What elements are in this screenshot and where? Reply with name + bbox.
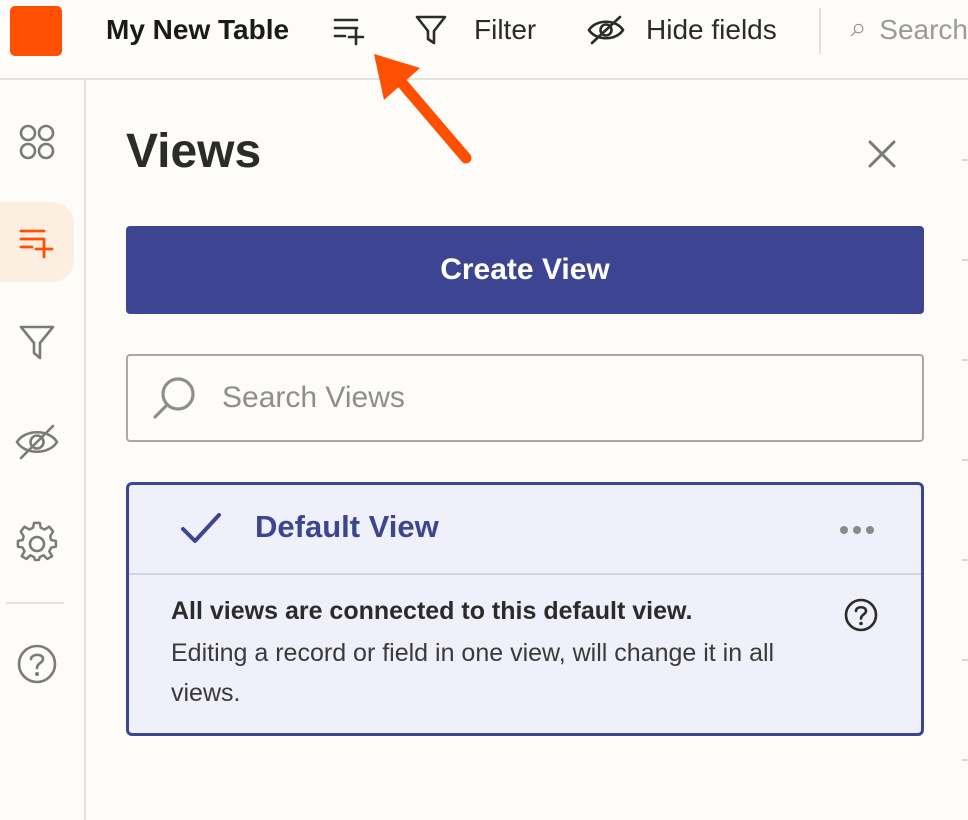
filter-button[interactable]: Filter (414, 10, 536, 50)
hide-fields-button[interactable]: Hide fields (586, 10, 777, 50)
more-options-button[interactable] (835, 515, 879, 545)
sidebar-item-apps[interactable] (0, 102, 74, 182)
filter-icon (415, 15, 447, 45)
search-views-field[interactable] (126, 354, 924, 442)
default-view-note-body: Editing a record or field in one view, w… (171, 639, 775, 707)
toolbar-search-label: Search (879, 14, 968, 45)
search-views-input[interactable] (220, 380, 904, 416)
more-dot-icon (853, 526, 861, 534)
apps-icon (19, 124, 55, 160)
toolbar-divider (819, 8, 821, 54)
close-icon (868, 140, 896, 168)
views-add-icon (333, 18, 365, 46)
search-icon (153, 377, 195, 419)
annotation-arrow (374, 54, 472, 164)
sidebar-item-settings[interactable] (0, 502, 74, 582)
default-view-card: Default View All views are connected to … (126, 482, 924, 736)
eye-off-icon (587, 15, 625, 45)
check-icon (181, 513, 221, 543)
sidebar-divider (6, 602, 64, 604)
top-toolbar: My New Table Filter Hide fields Search (0, 0, 968, 80)
sidebar-item-views[interactable] (0, 202, 74, 282)
table-title[interactable]: My New Table (106, 14, 289, 46)
help-icon (17, 644, 57, 684)
left-sidebar (0, 80, 86, 820)
panel-title: Views (126, 125, 262, 178)
close-button[interactable] (860, 132, 904, 176)
sidebar-item-hide-fields[interactable] (0, 402, 74, 482)
filter-icon (19, 325, 55, 360)
default-view-note-title: All views are connected to this default … (171, 597, 693, 625)
default-view-row[interactable]: Default View (129, 485, 921, 575)
create-view-button[interactable]: Create View (126, 226, 924, 314)
more-dot-icon (866, 526, 874, 534)
toolbar-search[interactable]: Search (850, 10, 968, 50)
views-toggle-button[interactable] (332, 14, 368, 46)
default-view-name[interactable]: Default View (255, 509, 439, 545)
help-icon[interactable] (843, 597, 879, 633)
search-icon (850, 23, 864, 37)
more-dot-icon (840, 526, 848, 534)
eye-off-icon (15, 424, 59, 460)
app-logo[interactable] (10, 6, 62, 56)
sidebar-item-help[interactable] (0, 624, 74, 704)
grid-edge-lines (962, 159, 968, 761)
sidebar-item-filter[interactable] (0, 302, 74, 382)
views-add-icon (19, 229, 54, 259)
filter-label: Filter (474, 14, 537, 45)
gear-icon (16, 521, 58, 562)
hide-fields-label: Hide fields (646, 14, 777, 45)
